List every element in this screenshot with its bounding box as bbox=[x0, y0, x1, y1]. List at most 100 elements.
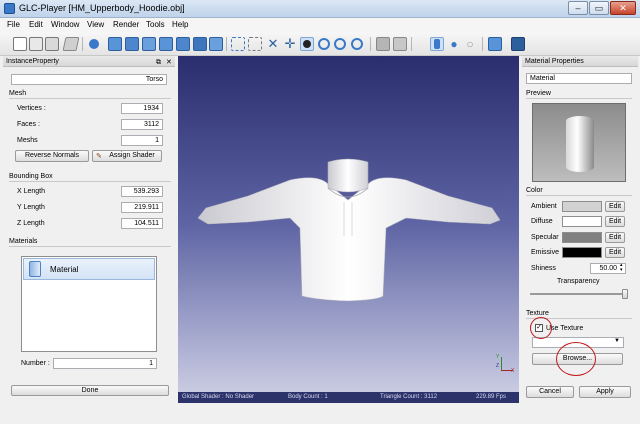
orbit-icon[interactable] bbox=[300, 37, 314, 51]
save-file-icon[interactable] bbox=[45, 37, 59, 51]
minimize-button[interactable]: – bbox=[568, 1, 588, 15]
divider bbox=[526, 98, 632, 99]
view-iso-icon[interactable] bbox=[209, 37, 223, 51]
materials-group-label: Materials bbox=[9, 238, 38, 245]
toolbar-separator bbox=[370, 37, 371, 51]
material-name-field[interactable]: Material bbox=[526, 73, 632, 84]
pan-cross-icon[interactable]: ✕ bbox=[266, 37, 280, 51]
new-file-icon[interactable] bbox=[13, 37, 27, 51]
toolbar-separator bbox=[482, 37, 483, 51]
render-mode-icon[interactable] bbox=[430, 37, 444, 51]
window-title: GLC-Player [HM_Upperbody_Hoodie.obj] bbox=[19, 3, 185, 13]
select-region-icon[interactable] bbox=[231, 37, 245, 51]
zoom-in-icon[interactable] bbox=[334, 38, 346, 50]
cancel-button[interactable]: Cancel bbox=[526, 386, 574, 398]
x-length-value: 539.293 bbox=[121, 186, 163, 197]
panel-header: InstanceProperty ⧉ ✕ bbox=[3, 56, 175, 67]
panel-header: Material Properties bbox=[522, 56, 638, 67]
snapshot-icon[interactable] bbox=[488, 37, 502, 51]
annotation-icon[interactable] bbox=[376, 37, 390, 51]
annotation-list-icon[interactable] bbox=[393, 37, 407, 51]
number-label: Number : bbox=[21, 360, 50, 367]
mesh-group-label: Mesh bbox=[9, 90, 27, 97]
ambient-edit-button[interactable]: Edit bbox=[605, 201, 625, 212]
3d-viewport[interactable]: Y Z X bbox=[178, 56, 519, 392]
view-right-icon[interactable] bbox=[159, 37, 173, 51]
divider bbox=[9, 181, 171, 182]
x-length-label: X Length bbox=[17, 188, 46, 195]
menu-view[interactable]: View bbox=[87, 20, 104, 29]
vertices-label: Vertices : bbox=[17, 105, 46, 112]
reverse-normals-button[interactable]: Reverse Normals bbox=[15, 150, 89, 162]
viewport-status-bar: Global Shader : No Shader Body Count : 1… bbox=[178, 392, 519, 403]
instance-name-field[interactable]: Torso bbox=[11, 74, 167, 85]
bounding-box-group-label: Bounding Box bbox=[9, 173, 53, 180]
divider bbox=[526, 195, 632, 196]
specular-edit-button[interactable]: Edit bbox=[605, 232, 625, 243]
toolbar-separator bbox=[82, 37, 83, 51]
materials-list[interactable]: Material bbox=[21, 256, 157, 352]
brush-icon: ✎ bbox=[96, 153, 102, 160]
undock-icon[interactable]: ⧉ bbox=[156, 57, 161, 68]
zoom-out-icon[interactable] bbox=[351, 38, 363, 50]
fit-region-icon[interactable] bbox=[248, 37, 262, 51]
list-item[interactable]: Material bbox=[23, 258, 155, 280]
open-file-icon[interactable] bbox=[29, 37, 43, 51]
done-button[interactable]: Done bbox=[11, 385, 169, 396]
transparency-slider-handle[interactable] bbox=[622, 289, 628, 299]
ambient-swatch bbox=[562, 201, 602, 212]
maximize-button[interactable]: ▭ bbox=[589, 1, 609, 15]
specular-swatch bbox=[562, 232, 602, 243]
view-bottom-icon[interactable] bbox=[193, 37, 207, 51]
shader-icon[interactable]: ● bbox=[447, 37, 461, 51]
title-bar: GLC-Player [HM_Upperbody_Hoodie.obj] – ▭… bbox=[0, 0, 640, 18]
panel-title: Material Properties bbox=[525, 58, 584, 65]
status-shader: Global Shader : No Shader bbox=[182, 394, 255, 400]
transparency-slider-track[interactable] bbox=[530, 293, 628, 295]
assign-shader-label: Assign Shader bbox=[109, 152, 155, 159]
status-fps: 229.89 Fps bbox=[476, 394, 507, 400]
properties-icon[interactable] bbox=[511, 37, 525, 51]
assign-shader-button[interactable]: ✎ Assign Shader bbox=[92, 150, 162, 162]
menu-edit[interactable]: Edit bbox=[29, 20, 43, 29]
zoom-region-icon[interactable] bbox=[318, 38, 330, 50]
highlight-circle bbox=[556, 342, 596, 376]
menu-bar: File Edit Window View Render Tools Help bbox=[0, 18, 640, 32]
z-length-label: Z Length bbox=[17, 220, 45, 227]
camera-icon[interactable] bbox=[89, 39, 99, 49]
view-front-icon[interactable] bbox=[108, 37, 122, 51]
status-body-count: Body Count : 1 bbox=[288, 394, 328, 400]
apply-button[interactable]: Apply bbox=[579, 386, 631, 398]
menu-file[interactable]: File bbox=[7, 20, 20, 29]
z-length-value: 104.511 bbox=[121, 218, 163, 229]
menu-render[interactable]: Render bbox=[113, 20, 139, 29]
vertices-value: 1934 bbox=[121, 103, 163, 114]
view-left-icon[interactable] bbox=[142, 37, 156, 51]
highlight-circle bbox=[530, 317, 552, 339]
wireframe-icon[interactable]: ○ bbox=[463, 37, 477, 51]
view-top-icon[interactable] bbox=[176, 37, 190, 51]
axis-x-label: X bbox=[511, 368, 515, 374]
diffuse-label: Diffuse bbox=[531, 218, 553, 225]
instance-property-panel: InstanceProperty ⧉ ✕ Torso Mesh Vertices… bbox=[3, 56, 175, 404]
app-icon bbox=[4, 3, 15, 14]
spin-arrows-icon[interactable]: ▴ ▾ bbox=[620, 263, 623, 273]
view-back-icon[interactable] bbox=[125, 37, 139, 51]
diffuse-swatch bbox=[562, 216, 602, 227]
erase-icon[interactable] bbox=[62, 37, 80, 51]
menu-window[interactable]: Window bbox=[51, 20, 79, 29]
divider bbox=[9, 246, 171, 247]
chevron-down-icon[interactable]: ▼ bbox=[614, 338, 620, 344]
move-icon[interactable]: ✛ bbox=[283, 37, 297, 51]
menu-tools[interactable]: Tools bbox=[146, 20, 165, 29]
menu-help[interactable]: Help bbox=[172, 20, 188, 29]
divider bbox=[9, 98, 171, 99]
orbit-ball-icon bbox=[303, 40, 311, 48]
status-triangle-count: Triangle Count : 3112 bbox=[380, 394, 438, 400]
panel-close-icon[interactable]: ✕ bbox=[166, 57, 172, 68]
diffuse-edit-button[interactable]: Edit bbox=[605, 216, 625, 227]
close-button[interactable]: ✕ bbox=[610, 1, 636, 15]
specular-label: Specular bbox=[531, 234, 559, 241]
emissive-edit-button[interactable]: Edit bbox=[605, 247, 625, 258]
material-properties-panel: Material Properties Material Preview Col… bbox=[522, 56, 638, 404]
